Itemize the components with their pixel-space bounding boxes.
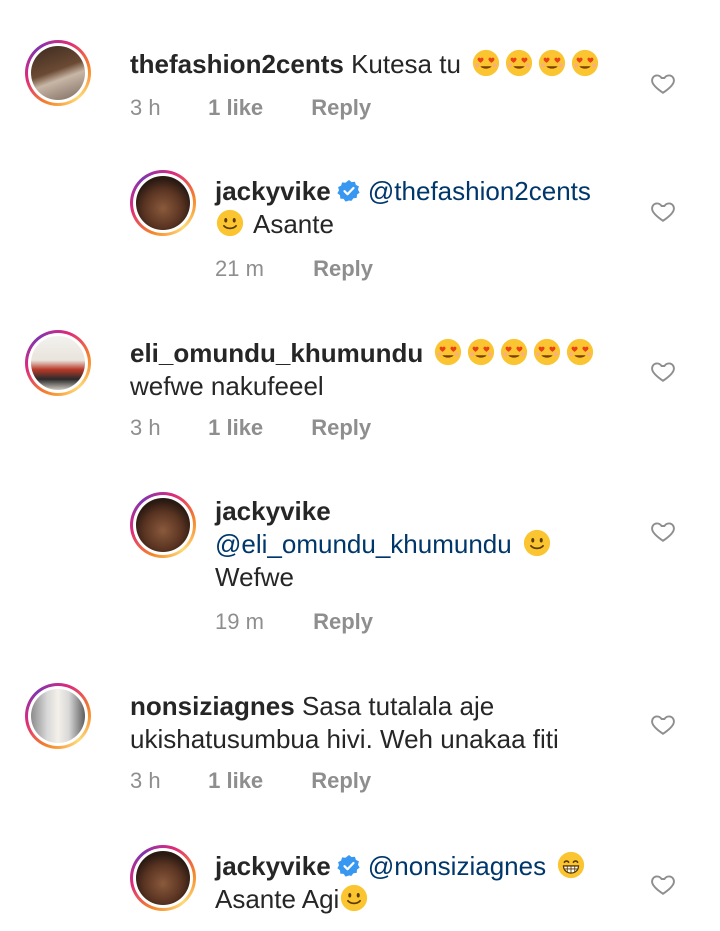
- reply-button[interactable]: Reply: [311, 768, 371, 794]
- heart-eyes-emoji-icon: [466, 337, 496, 367]
- heart-eyes-emoji-icon: [499, 337, 529, 367]
- reply-username[interactable]: jackyvike: [215, 851, 331, 881]
- comment-username[interactable]: thefashion2cents: [130, 49, 344, 79]
- reply-body: Asante: [253, 209, 334, 239]
- avatar[interactable]: [31, 46, 85, 100]
- heart-eyes-emoji-icon: [565, 337, 595, 367]
- mention-link[interactable]: @eli_omundu_khumundu: [215, 529, 512, 559]
- verified-badge-icon: [337, 179, 361, 203]
- reply-username[interactable]: jackyvike: [215, 176, 331, 206]
- comment-text: thefashion2cents Kutesa tu: [130, 48, 670, 81]
- comment-time: 3 h: [130, 768, 161, 793]
- heart-eyes-emoji-icon: [532, 337, 562, 367]
- mention-link[interactable]: @thefashion2cents: [368, 176, 591, 206]
- reply-time: 21 m: [215, 256, 264, 281]
- avatar[interactable]: [31, 689, 85, 743]
- grin-emoji-icon: [556, 850, 586, 880]
- heart-eyes-emoji-icon: [504, 48, 534, 78]
- avatar-ring[interactable]: [25, 683, 91, 749]
- reply-text: jackyvike @eli_omundu_khumundu Wefwe: [215, 495, 635, 594]
- comment-body: wefwe nakufeeel: [130, 371, 324, 401]
- verified-badge-icon: [337, 854, 361, 878]
- avatar-ring[interactable]: [25, 330, 91, 396]
- comment-meta: 3 h 1 like Reply: [130, 768, 371, 794]
- reply-text: jackyvike @thefashion2cents Asante: [215, 175, 635, 241]
- avatar[interactable]: [136, 498, 190, 552]
- reply-button[interactable]: Reply: [313, 609, 373, 635]
- like-heart-icon[interactable]: [650, 70, 676, 96]
- comment-meta: 3 h 1 like Reply: [130, 415, 371, 441]
- reply-meta: 19 m Reply: [215, 609, 373, 635]
- reply-body: Wefwe: [215, 562, 294, 592]
- comment-likes[interactable]: 1 like: [208, 95, 305, 121]
- heart-eyes-emoji-icon: [433, 337, 463, 367]
- comment-text: eli_omundu_khumundu wefwe nakufeeel: [130, 337, 670, 403]
- comment-username[interactable]: nonsiziagnes: [130, 691, 295, 721]
- smile-emoji-icon: [339, 883, 369, 913]
- reply-button[interactable]: Reply: [313, 256, 373, 282]
- avatar-ring[interactable]: [130, 492, 196, 558]
- comment-likes[interactable]: 1 like: [208, 415, 305, 441]
- comment-text: nonsiziagnes Sasa tutalala aje ukishatus…: [130, 690, 630, 756]
- smile-emoji-icon: [215, 208, 245, 238]
- like-heart-icon[interactable]: [650, 518, 676, 544]
- reply-time: 19 m: [215, 609, 264, 634]
- mention-link[interactable]: @nonsiziagnes: [368, 851, 546, 881]
- avatar-ring[interactable]: [25, 40, 91, 106]
- avatar-ring[interactable]: [130, 845, 196, 911]
- smile-emoji-icon: [522, 528, 552, 558]
- reply-meta: 21 m Reply: [215, 256, 373, 282]
- avatar[interactable]: [136, 176, 190, 230]
- avatar-ring[interactable]: [130, 170, 196, 236]
- reply-body: Asante Agi: [215, 884, 340, 914]
- reply-button[interactable]: Reply: [311, 415, 371, 441]
- like-heart-icon[interactable]: [650, 198, 676, 224]
- like-heart-icon[interactable]: [650, 871, 676, 897]
- heart-eyes-emoji-icon: [537, 48, 567, 78]
- reply-button[interactable]: Reply: [311, 95, 371, 121]
- heart-eyes-emoji-icon: [471, 48, 501, 78]
- reply-username[interactable]: jackyvike: [215, 496, 331, 526]
- heart-eyes-emoji-icon: [570, 48, 600, 78]
- avatar[interactable]: [136, 851, 190, 905]
- comment-username[interactable]: eli_omundu_khumundu: [130, 338, 423, 368]
- comment-body: Kutesa tu: [351, 49, 461, 79]
- comment-meta: 3 h 1 like Reply: [130, 95, 371, 121]
- reply-text: jackyvike @nonsiziagnes Asante Agi: [215, 850, 635, 916]
- like-heart-icon[interactable]: [650, 358, 676, 384]
- like-heart-icon[interactable]: [650, 711, 676, 737]
- comment-time: 3 h: [130, 415, 161, 440]
- comment-time: 3 h: [130, 95, 161, 120]
- avatar[interactable]: [31, 336, 85, 390]
- comment-likes[interactable]: 1 like: [208, 768, 305, 794]
